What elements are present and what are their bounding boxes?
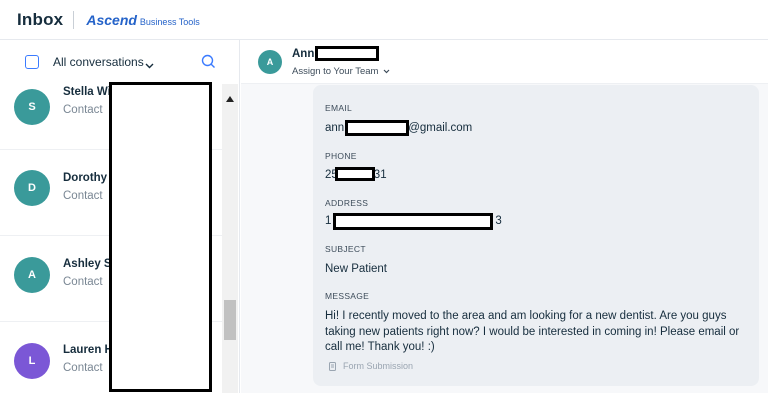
form-submission-card: EMAIL ann @gmail.com PHONE 25 31 ADDRESS 1… [313,85,759,386]
contact-name: Ashley S [63,258,112,270]
redaction-box [109,82,212,392]
scroll-up-arrow-icon[interactable] [226,89,234,107]
subject-value: New Patient [325,263,388,275]
contact-type: Contact [63,190,103,202]
app-window: Inbox Ascend Business Tools All conversa… [0,0,768,393]
contact-name: Stella Wi [63,86,111,98]
avatar: A [258,50,282,74]
top-bar: Inbox Ascend Business Tools [0,0,768,40]
avatar: S [14,89,50,125]
conversation-list-scrollbar[interactable] [222,84,238,393]
form-submission-footer: Form Submission [329,361,413,371]
email-label: EMAIL [325,103,353,113]
filter-bar: All conversations [0,40,240,84]
phone-label: PHONE [325,151,357,161]
brand-subtitle: Business Tools [139,16,200,27]
footer-label: Form Submission [343,361,414,371]
page-title: Inbox [17,9,64,29]
redaction-box [315,46,379,61]
brand-name: Ascend [86,11,137,28]
conversation-header: A Ann Assign to Your Team [241,40,768,84]
assign-team-dropdown[interactable]: Assign to Your Team [292,66,390,77]
contact-name: Dorothy [63,172,108,184]
contact-type: Contact [63,276,103,288]
contact-name: Lauren H [63,344,113,356]
redaction-box [333,213,493,230]
avatar: L [14,343,50,379]
conversation-detail-panel: A Ann Assign to Your Team EMAIL ann @gmai… [241,40,768,393]
document-icon [329,361,336,371]
subject-label: SUBJECT [325,244,366,254]
search-icon[interactable] [201,54,216,74]
avatar: D [14,170,50,206]
contact-type: Contact [63,104,103,116]
contact-name: Ann [292,48,315,60]
address-label: ADDRESS [325,198,369,208]
avatar: A [14,257,50,293]
chevron-down-icon[interactable] [145,56,154,74]
conversation-filter-dropdown[interactable]: All conversations [53,55,144,69]
chevron-down-icon [384,69,390,74]
contact-type: Contact [63,362,103,374]
brand-logo: Ascend Business Tools [86,12,199,28]
redaction-box [335,167,375,181]
header-divider [73,10,75,29]
message-body: Hi! I recently moved to the area and am … [325,310,740,353]
assign-label: Assign to Your Team [292,66,379,77]
select-all-checkbox[interactable] [25,55,39,69]
redaction-box [345,120,409,136]
scroll-thumb[interactable] [224,300,236,340]
message-label: MESSAGE [325,291,370,301]
